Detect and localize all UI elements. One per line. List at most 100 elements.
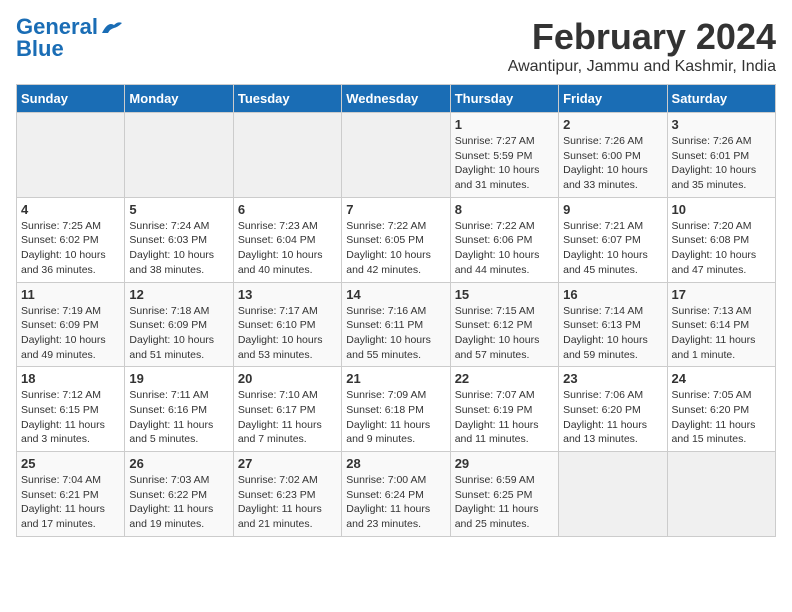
location-title: Awantipur, Jammu and Kashmir, India <box>508 58 776 76</box>
day-info: Sunrise: 7:06 AM Sunset: 6:20 PM Dayligh… <box>563 388 662 447</box>
day-info: Sunrise: 7:23 AM Sunset: 6:04 PM Dayligh… <box>238 219 337 278</box>
calendar-day-cell: 18 Sunrise: 7:12 AM Sunset: 6:15 PM Dayli… <box>17 367 125 452</box>
day-number: 2 <box>563 117 662 132</box>
calendar-day-cell: 2 Sunrise: 7:26 AM Sunset: 6:00 PM Daylig… <box>559 113 667 198</box>
day-info: Sunrise: 7:07 AM Sunset: 6:19 PM Dayligh… <box>455 388 554 447</box>
calendar-header-cell: Tuesday <box>233 85 341 113</box>
day-number: 27 <box>238 456 337 471</box>
calendar-day-cell: 23Sunrise: 7:06 AM Sunset: 6:20 PM Dayli… <box>559 367 667 452</box>
day-number: 25 <box>21 456 120 471</box>
calendar-day-cell: 12 Sunrise: 7:18 AM Sunset: 6:09 PM Dayli… <box>125 282 233 367</box>
day-number: 8 <box>455 202 554 217</box>
calendar-week-row: 18 Sunrise: 7:12 AM Sunset: 6:15 PM Dayli… <box>17 367 776 452</box>
day-number: 5 <box>129 202 228 217</box>
day-number: 28 <box>346 456 445 471</box>
calendar-day-cell: 29 Sunrise: 6:59 AM Sunset: 6:25 PM Dayli… <box>450 452 558 537</box>
day-number: 15 <box>455 287 554 302</box>
calendar-day-cell: 11Sunrise: 7:19 AM Sunset: 6:09 PM Dayli… <box>17 282 125 367</box>
day-info: Sunrise: 7:04 AM Sunset: 6:21 PM Dayligh… <box>21 473 120 532</box>
day-info: Sunrise: 7:27 AM Sunset: 5:59 PM Dayligh… <box>455 134 554 193</box>
calendar-day-cell: 16 Sunrise: 7:14 AM Sunset: 6:13 PM Dayli… <box>559 282 667 367</box>
day-number: 18 <box>21 371 120 386</box>
calendar-header-cell: Thursday <box>450 85 558 113</box>
calendar-day-cell: 25 Sunrise: 7:04 AM Sunset: 6:21 PM Dayli… <box>17 452 125 537</box>
day-info: Sunrise: 7:22 AM Sunset: 6:06 PM Dayligh… <box>455 219 554 278</box>
day-number: 22 <box>455 371 554 386</box>
calendar-day-cell: 9 Sunrise: 7:21 AM Sunset: 6:07 PM Daylig… <box>559 197 667 282</box>
day-number: 7 <box>346 202 445 217</box>
day-info: Sunrise: 7:18 AM Sunset: 6:09 PM Dayligh… <box>129 304 228 363</box>
day-number: 19 <box>129 371 228 386</box>
day-number: 16 <box>563 287 662 302</box>
day-number: 21 <box>346 371 445 386</box>
day-info: Sunrise: 7:26 AM Sunset: 6:01 PM Dayligh… <box>672 134 771 193</box>
day-info: Sunrise: 7:25 AM Sunset: 6:02 PM Dayligh… <box>21 219 120 278</box>
calendar-day-cell: 10Sunrise: 7:20 AM Sunset: 6:08 PM Dayli… <box>667 197 775 282</box>
calendar-day-cell <box>125 113 233 198</box>
day-info: Sunrise: 6:59 AM Sunset: 6:25 PM Dayligh… <box>455 473 554 532</box>
logo-bird-icon <box>100 19 122 37</box>
day-info: Sunrise: 7:10 AM Sunset: 6:17 PM Dayligh… <box>238 388 337 447</box>
logo: General Blue <box>16 16 122 60</box>
calendar-day-cell: 7Sunrise: 7:22 AM Sunset: 6:05 PM Daylig… <box>342 197 450 282</box>
calendar-week-row: 1Sunrise: 7:27 AM Sunset: 5:59 PM Daylig… <box>17 113 776 198</box>
calendar-day-cell: 8 Sunrise: 7:22 AM Sunset: 6:06 PM Daylig… <box>450 197 558 282</box>
calendar-table: SundayMondayTuesdayWednesdayThursdayFrid… <box>16 84 776 537</box>
day-info: Sunrise: 7:24 AM Sunset: 6:03 PM Dayligh… <box>129 219 228 278</box>
calendar-day-cell: 1Sunrise: 7:27 AM Sunset: 5:59 PM Daylig… <box>450 113 558 198</box>
calendar-header-cell: Friday <box>559 85 667 113</box>
calendar-header-row: SundayMondayTuesdayWednesdayThursdayFrid… <box>17 85 776 113</box>
calendar-week-row: 11Sunrise: 7:19 AM Sunset: 6:09 PM Dayli… <box>17 282 776 367</box>
calendar-day-cell: 27 Sunrise: 7:02 AM Sunset: 6:23 PM Dayli… <box>233 452 341 537</box>
day-number: 26 <box>129 456 228 471</box>
calendar-day-cell <box>233 113 341 198</box>
day-info: Sunrise: 7:21 AM Sunset: 6:07 PM Dayligh… <box>563 219 662 278</box>
calendar-day-cell: 3 Sunrise: 7:26 AM Sunset: 6:01 PM Daylig… <box>667 113 775 198</box>
day-info: Sunrise: 7:05 AM Sunset: 6:20 PM Dayligh… <box>672 388 771 447</box>
calendar-header-cell: Wednesday <box>342 85 450 113</box>
day-info: Sunrise: 7:11 AM Sunset: 6:16 PM Dayligh… <box>129 388 228 447</box>
day-info: Sunrise: 7:16 AM Sunset: 6:11 PM Dayligh… <box>346 304 445 363</box>
day-number: 17 <box>672 287 771 302</box>
calendar-day-cell <box>667 452 775 537</box>
title-area: February 2024 Awantipur, Jammu and Kashm… <box>508 16 776 76</box>
calendar-day-cell: 5 Sunrise: 7:24 AM Sunset: 6:03 PM Daylig… <box>125 197 233 282</box>
calendar-day-cell: 21 Sunrise: 7:09 AM Sunset: 6:18 PM Dayli… <box>342 367 450 452</box>
calendar-day-cell: 24Sunrise: 7:05 AM Sunset: 6:20 PM Dayli… <box>667 367 775 452</box>
calendar-body: 1Sunrise: 7:27 AM Sunset: 5:59 PM Daylig… <box>17 113 776 537</box>
calendar-day-cell: 15Sunrise: 7:15 AM Sunset: 6:12 PM Dayli… <box>450 282 558 367</box>
calendar-day-cell <box>17 113 125 198</box>
header: General Blue February 2024 Awantipur, Ja… <box>16 16 776 76</box>
day-info: Sunrise: 7:26 AM Sunset: 6:00 PM Dayligh… <box>563 134 662 193</box>
calendar-week-row: 4 Sunrise: 7:25 AM Sunset: 6:02 PM Daylig… <box>17 197 776 282</box>
calendar-header-cell: Saturday <box>667 85 775 113</box>
day-info: Sunrise: 7:09 AM Sunset: 6:18 PM Dayligh… <box>346 388 445 447</box>
day-info: Sunrise: 7:12 AM Sunset: 6:15 PM Dayligh… <box>21 388 120 447</box>
day-number: 13 <box>238 287 337 302</box>
calendar-header-cell: Sunday <box>17 85 125 113</box>
month-year-title: February 2024 <box>508 16 776 58</box>
calendar-day-cell: 20Sunrise: 7:10 AM Sunset: 6:17 PM Dayli… <box>233 367 341 452</box>
day-info: Sunrise: 7:19 AM Sunset: 6:09 PM Dayligh… <box>21 304 120 363</box>
calendar-day-cell: 22 Sunrise: 7:07 AM Sunset: 6:19 PM Dayli… <box>450 367 558 452</box>
day-info: Sunrise: 7:13 AM Sunset: 6:14 PM Dayligh… <box>672 304 771 363</box>
day-info: Sunrise: 7:03 AM Sunset: 6:22 PM Dayligh… <box>129 473 228 532</box>
day-number: 9 <box>563 202 662 217</box>
day-number: 3 <box>672 117 771 132</box>
day-number: 29 <box>455 456 554 471</box>
logo-text: General Blue <box>16 16 98 60</box>
calendar-day-cell: 19 Sunrise: 7:11 AM Sunset: 6:16 PM Dayli… <box>125 367 233 452</box>
calendar-day-cell: 13 Sunrise: 7:17 AM Sunset: 6:10 PM Dayli… <box>233 282 341 367</box>
day-number: 4 <box>21 202 120 217</box>
calendar-day-cell: 4 Sunrise: 7:25 AM Sunset: 6:02 PM Daylig… <box>17 197 125 282</box>
day-info: Sunrise: 7:14 AM Sunset: 6:13 PM Dayligh… <box>563 304 662 363</box>
calendar-week-row: 25 Sunrise: 7:04 AM Sunset: 6:21 PM Dayli… <box>17 452 776 537</box>
calendar-day-cell: 14Sunrise: 7:16 AM Sunset: 6:11 PM Dayli… <box>342 282 450 367</box>
calendar-day-cell: 26 Sunrise: 7:03 AM Sunset: 6:22 PM Dayli… <box>125 452 233 537</box>
day-number: 12 <box>129 287 228 302</box>
day-info: Sunrise: 7:02 AM Sunset: 6:23 PM Dayligh… <box>238 473 337 532</box>
day-info: Sunrise: 7:00 AM Sunset: 6:24 PM Dayligh… <box>346 473 445 532</box>
day-number: 10 <box>672 202 771 217</box>
calendar-day-cell: 17 Sunrise: 7:13 AM Sunset: 6:14 PM Dayli… <box>667 282 775 367</box>
day-info: Sunrise: 7:17 AM Sunset: 6:10 PM Dayligh… <box>238 304 337 363</box>
